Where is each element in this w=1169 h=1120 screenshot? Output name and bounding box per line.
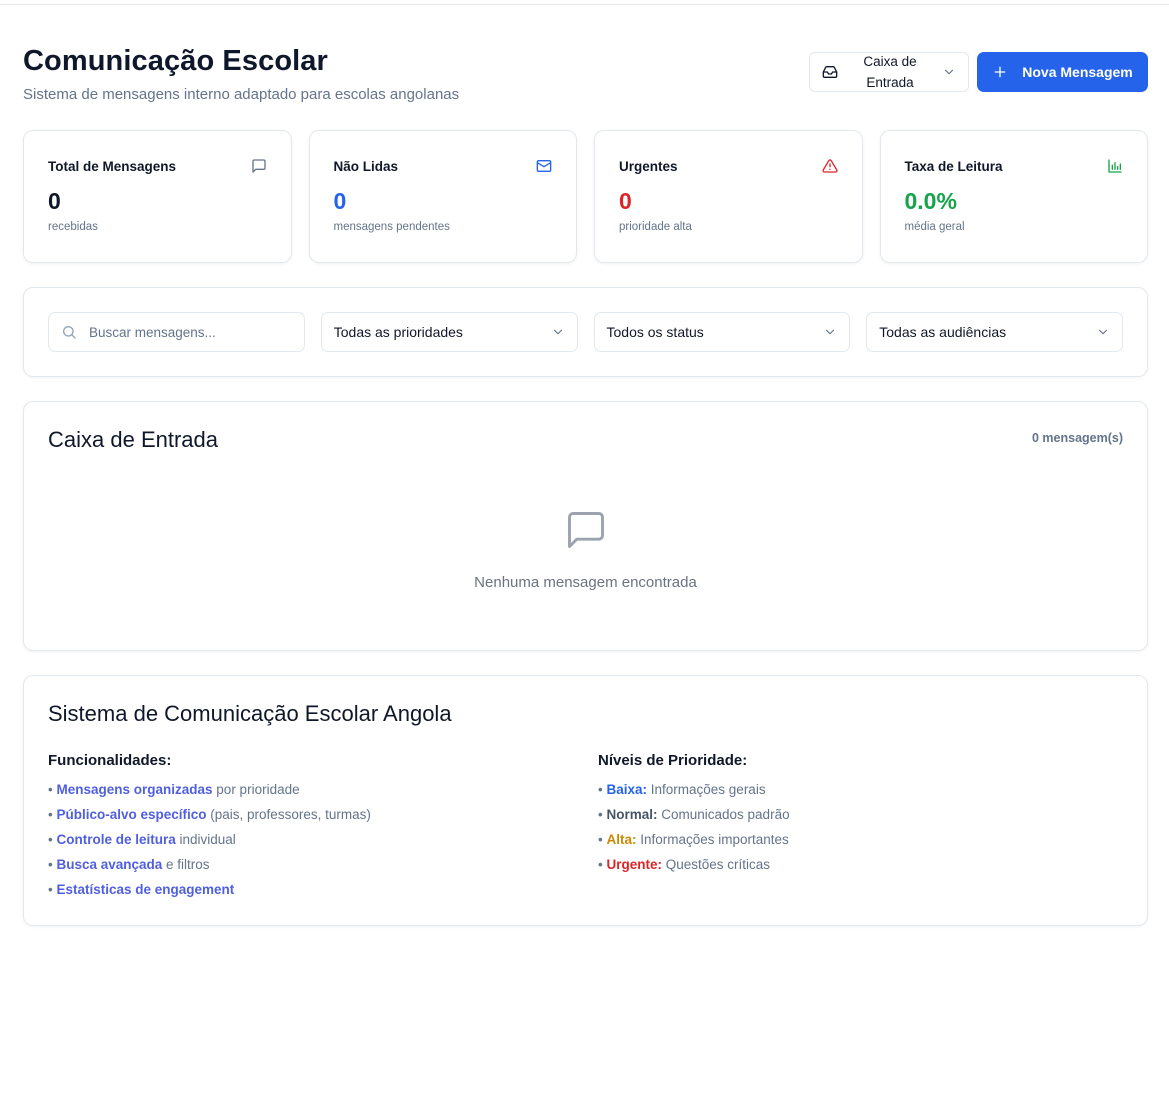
folder-select-label: Caixa de Entrada	[863, 54, 917, 90]
feature-text: individual	[175, 832, 236, 847]
list-item: • Controle de leitura individual	[48, 832, 236, 847]
filters-panel: Todas as prioridades Todos os status Tod…	[23, 287, 1148, 377]
feature-highlight: Público-alvo específico	[56, 807, 207, 822]
folder-select[interactable]: Caixa de Entrada	[809, 52, 969, 92]
features-column: Funcionalidades: • Mensagens organizadas…	[48, 752, 371, 906]
level-text: Informações importantes	[636, 832, 789, 847]
stat-card-read-rate: Taxa de Leitura 0.0% média geral	[879, 130, 1148, 263]
stat-desc: média geral	[904, 221, 965, 233]
stats-row: Total de Mensagens 0 recebidas Não Lidas…	[23, 130, 1148, 263]
level-text: Comunicados padrão	[657, 807, 790, 822]
mail-icon	[536, 160, 552, 172]
search-icon	[62, 326, 76, 339]
stat-value: 0	[48, 188, 61, 214]
chevron-down-icon	[1098, 329, 1108, 335]
status-select-value: Todos os status	[606, 324, 704, 340]
empty-state-text: Nenhuma mensagem encontrada	[474, 574, 697, 591]
plus-icon	[994, 66, 1006, 78]
inbox-icon	[822, 66, 838, 78]
list-item: • Alta: Informações importantes	[598, 832, 789, 847]
new-message-button[interactable]: Nova Mensagem	[977, 52, 1148, 92]
feature-text: (pais, professores, turmas)	[206, 807, 371, 822]
alert-triangle-icon	[821, 159, 838, 173]
feature-highlight: Controle de leitura	[56, 832, 176, 847]
info-title: Sistema de Comunicação Escolar Angola	[48, 701, 452, 726]
stat-value: 0	[619, 188, 632, 214]
stat-title: Total de Mensagens	[48, 159, 177, 174]
inbox-title: Caixa de Entrada	[48, 427, 218, 452]
audience-select-value: Todas as audiências	[879, 324, 1007, 340]
feature-highlight: Mensagens organizadas	[56, 782, 213, 797]
level-label-urgent: Urgente:	[606, 857, 662, 872]
stat-desc: recebidas	[48, 221, 98, 233]
feature-text: e filtros	[162, 857, 210, 872]
list-item: • Estatísticas de engagement	[48, 882, 235, 897]
level-text: Informações gerais	[647, 782, 766, 797]
list-item: • Normal: Comunicados padrão	[598, 807, 790, 822]
feature-highlight: Busca avançada	[56, 857, 163, 872]
bar-chart-icon	[1108, 159, 1122, 173]
levels-list: • Baixa: Informações gerais • Normal: Co…	[598, 781, 790, 874]
stat-card-urgent: Urgentes 0 prioridade alta	[594, 130, 863, 263]
priority-levels-column: Níveis de Prioridade: • Baixa: Informaçõ…	[598, 752, 790, 881]
list-item: • Mensagens organizadas por prioridade	[48, 782, 300, 797]
top-border	[0, 0, 1169, 5]
priority-select[interactable]: Todas as prioridades	[320, 312, 578, 352]
levels-title: Níveis de Prioridade:	[598, 752, 748, 769]
chevron-down-icon	[553, 329, 562, 335]
list-item: • Urgente: Questões críticas	[598, 857, 771, 872]
level-text: Questões críticas	[662, 857, 771, 872]
page-header: Comunicação Escolar Sistema de mensagens…	[23, 44, 1148, 106]
stat-desc: prioridade alta	[619, 221, 692, 233]
priority-select-value: Todas as prioridades	[333, 324, 463, 340]
stat-value: 0	[333, 188, 347, 214]
list-item: • Baixa: Informações gerais	[598, 782, 766, 797]
message-square-icon	[251, 159, 266, 173]
message-count: 0 mensagem(s)	[1031, 431, 1123, 445]
info-panel: Sistema de Comunicação Escolar Angola Fu…	[23, 675, 1148, 926]
list-item: • Busca avançada e filtros	[48, 857, 210, 872]
search-input[interactable]	[89, 324, 292, 340]
stat-title: Não Lidas	[333, 159, 399, 174]
stat-card-total: Total de Mensagens 0 recebidas	[23, 130, 292, 263]
level-label-normal: Normal:	[606, 807, 658, 822]
message-square-icon	[568, 512, 604, 548]
level-label-low: Baixa:	[606, 782, 648, 797]
chevron-down-icon	[826, 329, 835, 335]
stat-title: Taxa de Leitura	[904, 159, 1003, 174]
status-select[interactable]: Todos os status	[593, 312, 851, 352]
stat-card-unread: Não Lidas 0 mensagens pendentes	[308, 130, 577, 263]
stat-title: Urgentes	[619, 159, 678, 174]
list-item: • Público-alvo específico (pais, profess…	[48, 807, 371, 822]
feature-highlight: Estatísticas de engagement	[56, 882, 235, 897]
new-message-label: Nova Mensagem	[1022, 64, 1133, 80]
feature-text: por prioridade	[212, 782, 300, 797]
search-field	[48, 312, 305, 352]
level-label-high: Alta:	[606, 832, 637, 847]
inbox-panel: Caixa de Entrada 0 mensagem(s) Nenhuma m…	[23, 401, 1148, 651]
audience-select[interactable]: Todas as audiências	[866, 312, 1123, 352]
stat-desc: mensagens pendentes	[333, 221, 450, 233]
features-title: Funcionalidades:	[48, 752, 172, 769]
chevron-down-icon	[944, 69, 954, 75]
features-list: • Mensagens organizadas por prioridade •…	[48, 781, 371, 899]
stat-value: 0.0%	[904, 188, 957, 214]
